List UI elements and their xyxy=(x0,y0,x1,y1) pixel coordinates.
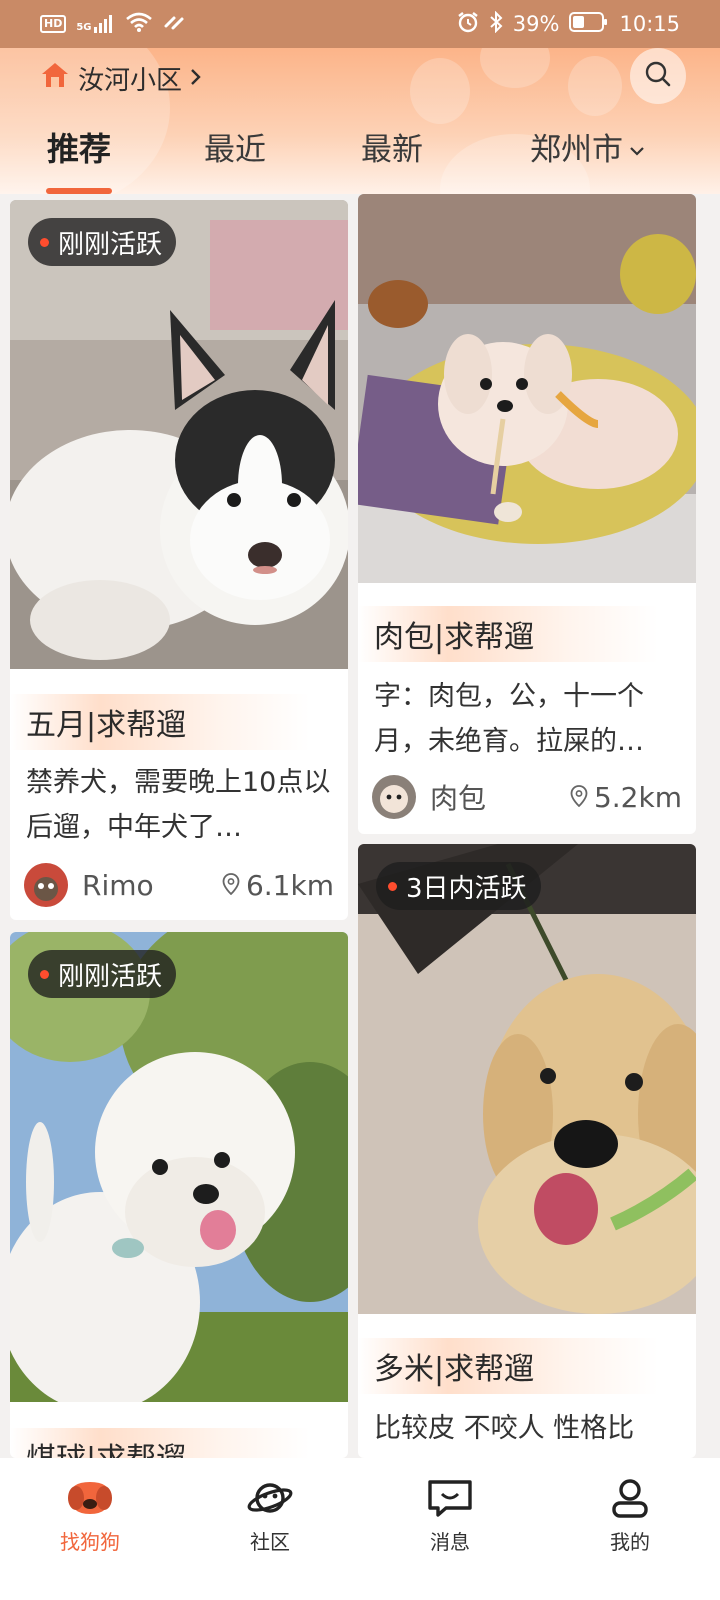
pet-card[interactable]: 刚刚活跃 五月|求帮遛 禁养犬，需要晚上10点以后遛，中年犬了… Rimo 6.… xyxy=(10,200,348,920)
network-type: 5G xyxy=(76,22,92,33)
bottom-nav: 找狗狗 社区 消息 我的 xyxy=(0,1458,720,1600)
clock: 10:15 xyxy=(619,12,680,36)
status-bar: HD 5G 39% 10:15 xyxy=(0,0,720,48)
card-description: 禁养犬，需要晚上10点以后遛，中年犬了… xyxy=(26,767,331,843)
card-title: 五月|求帮遛 xyxy=(10,694,310,750)
card-title: 多米|求帮遛 xyxy=(358,1338,658,1394)
dog-photo xyxy=(10,932,348,1402)
nav-community[interactable]: 社区 xyxy=(180,1458,360,1600)
owner-name: Rimo xyxy=(82,868,154,902)
hd-badge: HD xyxy=(40,15,67,33)
tab-newest[interactable]: 最新 xyxy=(361,124,423,169)
dog-photo xyxy=(358,844,696,1314)
header: 汝河小区 推荐 最近 最新 郑州市 xyxy=(0,48,720,194)
search-button[interactable] xyxy=(630,48,686,104)
wifi-icon xyxy=(125,12,152,37)
battery-icon xyxy=(569,11,609,37)
nav-label: 找狗狗 xyxy=(60,1530,120,1554)
link-icon xyxy=(162,12,186,37)
alarm-icon xyxy=(457,11,479,38)
chat-bubble-icon xyxy=(426,1478,474,1522)
nav-profile[interactable]: 我的 xyxy=(540,1458,720,1600)
location-selector[interactable]: 汝河小区 xyxy=(40,60,202,97)
owner-avatar xyxy=(24,863,68,907)
distance: 5.2km xyxy=(570,781,682,814)
distance: 6.1km xyxy=(222,869,334,902)
pet-card[interactable]: 肉包|求帮遛 字：肉包，公，十一个月，未绝育。拉屎的… 肉包 5.2km xyxy=(358,194,696,834)
signal-icon: 5G xyxy=(76,15,115,33)
tab-city-label: 郑州市 xyxy=(530,132,623,168)
dog-photo xyxy=(358,194,696,583)
pet-card[interactable]: 刚刚活跃 煤球|求帮遛 xyxy=(10,932,348,1458)
activity-badge: 刚刚活跃 xyxy=(28,950,177,998)
card-title: 煤球|求帮遛 xyxy=(10,1428,310,1458)
owner-avatar xyxy=(372,775,416,819)
home-icon xyxy=(40,61,70,96)
search-icon xyxy=(644,60,672,92)
nav-label: 消息 xyxy=(430,1530,470,1554)
nav-find-dog[interactable]: 找狗狗 xyxy=(0,1458,180,1600)
nav-label: 我的 xyxy=(610,1530,650,1554)
battery-percent: 39% xyxy=(512,12,560,36)
location-pin-icon xyxy=(222,869,240,902)
card-description: 比较皮 不咬人 性格比 xyxy=(374,1413,635,1444)
chevron-right-icon xyxy=(190,64,202,94)
activity-badge: 3日内活跃 xyxy=(376,862,541,910)
pet-card[interactable]: 3日内活跃 多米|求帮遛 比较皮 不咬人 性格比 xyxy=(358,844,696,1458)
card-footer: Rimo 6.1km xyxy=(24,862,334,908)
tab-recommend[interactable]: 推荐 xyxy=(47,124,111,170)
owner-name: 肉包 xyxy=(430,782,487,815)
decorative-paw-blob xyxy=(410,58,470,124)
decorative-paw-blob xyxy=(480,48,550,88)
dog-face-icon xyxy=(66,1478,114,1522)
active-tab-indicator xyxy=(46,188,112,194)
tab-nearby[interactable]: 最近 xyxy=(204,124,266,169)
tab-city[interactable]: 郑州市 xyxy=(530,124,645,169)
decorative-paw-blob xyxy=(568,56,622,116)
planet-icon xyxy=(246,1478,294,1522)
card-footer: 肉包 5.2km xyxy=(372,774,682,820)
distance-value: 6.1km xyxy=(245,868,334,902)
location-name: 汝河小区 xyxy=(78,66,183,96)
distance-value: 5.2km xyxy=(593,780,682,814)
card-description: 字：肉包，公，十一个月，未绝育。拉屎的… xyxy=(374,681,644,757)
nav-messages[interactable]: 消息 xyxy=(360,1458,540,1600)
dog-photo xyxy=(10,200,348,669)
user-icon xyxy=(606,1478,654,1522)
chevron-down-icon xyxy=(629,129,645,165)
tab-bar: 推荐 最近 最新 郑州市 xyxy=(0,124,720,194)
card-title: 肉包|求帮遛 xyxy=(358,606,658,662)
nav-label: 社区 xyxy=(250,1530,290,1554)
location-pin-icon xyxy=(570,781,588,814)
status-left: HD 5G xyxy=(40,12,186,37)
activity-badge: 刚刚活跃 xyxy=(28,218,177,266)
bluetooth-icon xyxy=(489,10,503,38)
status-right: 39% 10:15 xyxy=(457,10,680,38)
